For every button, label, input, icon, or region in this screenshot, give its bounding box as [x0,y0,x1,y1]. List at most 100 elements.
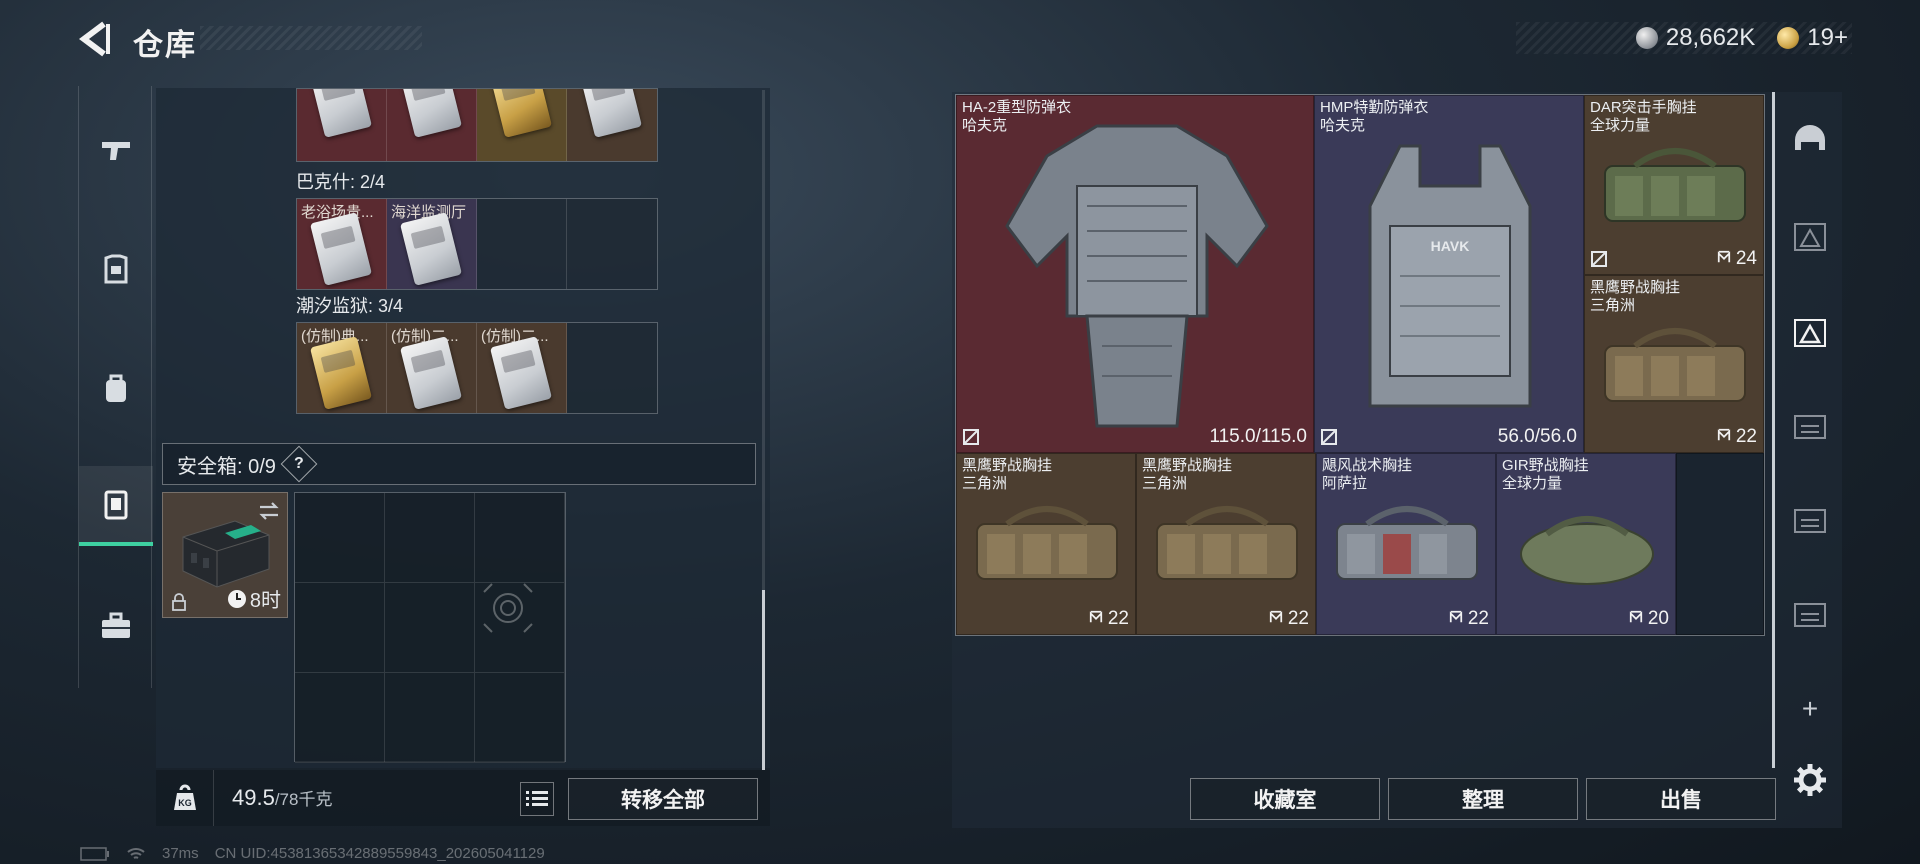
inventory-item-hurricane-rig[interactable]: 飓风战术胸挂 阿萨拉 22 [1316,453,1496,635]
back-arrow-icon [79,21,110,57]
inventory-item-dar-rig[interactable]: DAR突击手胸挂 全球力量 24 [1584,95,1764,275]
item-name: 飓风战术胸挂 阿萨拉 [1322,457,1413,492]
no-insure-icon [1591,251,1607,267]
weight-icon: KG [173,784,196,810]
safebox-slot[interactable] [385,673,475,763]
currency-bar: 28,662K 19+ [1516,22,1852,54]
stash-cell[interactable]: 海洋监测厅 [387,199,477,289]
safebox-item[interactable]: 8时 [162,492,288,618]
keycard-icon [309,212,373,286]
keycard-icon [309,89,373,138]
stash-cell-empty[interactable] [567,323,657,413]
inventory-item-blackhawk-rig[interactable]: 黑鹰野战胸挂 三角洲 22 [956,453,1136,635]
safebox-timer: 8时 [227,584,281,613]
safebox-slot[interactable] [385,493,475,583]
rig-slot-icon [1794,509,1826,533]
no-insure-icon [963,429,979,445]
rail-item-armor[interactable] [79,230,153,310]
sell-button[interactable]: 出售 [1586,778,1776,820]
stash-row-2: (仿制)典... (仿制)二... (仿制)二... [296,322,658,414]
tool-rig-slot-4c[interactable] [1778,580,1842,650]
status-bar: 37ms CN UID:4538136534288955984​3_202605… [80,845,545,862]
capacity-icon [1717,250,1730,263]
tool-armor-slot-3[interactable] [1778,202,1842,272]
backpack-icon [106,374,126,402]
category-rail [78,86,153,688]
battery-icon [80,846,109,861]
currency-secondary[interactable]: 19+ [1807,24,1848,52]
stash-cell[interactable]: (仿制)二... [387,323,477,413]
chest-rig-icon [976,506,1118,580]
safebox-slot[interactable] [475,673,565,763]
safebox-label: 安全箱: 0/9 [177,455,276,478]
keycard-icon [309,336,373,410]
rail-item-weapons[interactable] [79,110,153,190]
inventory-slot-empty[interactable] [1676,453,1764,635]
gear-icon [1794,764,1826,796]
capacity-icon [1629,610,1642,623]
transfer-all-button[interactable]: 转移全部 [568,778,758,820]
safebox-slot[interactable] [295,583,385,673]
help-label: ? [294,455,304,472]
safebox-slot[interactable] [295,673,385,763]
tool-add-button[interactable]: + [1778,674,1842,744]
tool-rig-slot-4b[interactable] [1778,486,1842,556]
list-view-button[interactable] [520,782,554,816]
tool-armor-slot-active[interactable] [1778,298,1842,368]
wifi-icon [127,847,145,859]
item-durability: 56.0/56.0 [1497,426,1577,447]
rail-item-toolbox[interactable] [79,586,153,666]
help-button[interactable]: ? [280,445,318,483]
item-capacity: 22 [1269,608,1309,630]
rig-slot-icon [1794,415,1826,439]
inventory-item-ha2-armor[interactable]: HA-2重型防弹衣 哈夫克 115.0/115.0 [956,95,1314,453]
stash-scroll-thumb[interactable] [762,590,765,770]
tool-rig-slot-4a[interactable] [1778,392,1842,462]
toolbox-icon [102,612,130,638]
keycard-icon [579,89,643,138]
capacity-icon [1449,610,1462,623]
gold-coin-icon [1777,27,1800,49]
safebox-slot[interactable] [475,493,565,583]
inventory-item-hmp-armor[interactable]: HMP特勤防弹衣 哈夫克 HAVK 56.0/56.0 [1314,95,1584,453]
armor-slot-icon [1794,223,1826,251]
stash-cell[interactable] [387,89,477,161]
inventory-item-blackhawk-rig[interactable]: 黑鹰野战胸挂 三角洲 22 [1136,453,1316,635]
inventory-item-blackhawk-rig[interactable]: 黑鹰野战胸挂 三角洲 22 [1584,275,1764,453]
lock-icon [172,593,186,611]
item-capacity: 22 [1089,608,1129,630]
clock-icon [227,589,246,608]
rail-item-safebox[interactable] [79,466,153,546]
stash-cell-empty[interactable] [477,199,567,289]
settings-button[interactable] [1790,760,1830,800]
stash-cell[interactable] [477,89,567,161]
rail-item-backpack[interactable] [79,348,153,428]
chest-rig-icon [1604,328,1746,402]
page-title: 仓库 [133,29,197,62]
inventory-item-gir-rig[interactable]: GIR野战胸挂 全球力量 20 [1496,453,1676,635]
stash-cell-empty[interactable] [567,199,657,289]
stash-row-1: 老浴场贵... 海洋监测厅 [296,198,658,290]
chest-rig-icon [1156,506,1298,580]
safebox-header: 安全箱: 0/9 ? [162,443,756,485]
item-capacity: 22 [1449,608,1489,630]
safebox-case-icon [182,520,270,588]
stash-cell[interactable] [567,89,657,161]
stash-cell[interactable] [297,89,387,161]
safebox-slot[interactable] [385,583,475,673]
collection-room-button[interactable]: 收藏室 [1190,778,1380,820]
item-name: GIR野战胸挂 全球力量 [1502,457,1589,492]
safebox-slot[interactable] [295,493,385,583]
inventory-scrollbar[interactable] [1772,92,1775,768]
stash-footer: KG 49.5/78千克 转移全部 [156,770,770,826]
stash-cell[interactable]: (仿制)二... [477,323,567,413]
tool-helmet[interactable] [1778,106,1842,176]
back-button[interactable] [78,20,112,58]
weight-icon-box: KG [156,770,214,826]
sort-button[interactable]: 整理 [1388,778,1578,820]
stash-cell[interactable]: (仿制)典... [297,323,387,413]
keycard-icon [399,89,463,138]
section-label-bakshi: 巴克什: 2/4 [296,172,386,192]
rig-slot-icon [1794,603,1826,627]
stash-cell[interactable]: 老浴场贵... [297,199,387,289]
